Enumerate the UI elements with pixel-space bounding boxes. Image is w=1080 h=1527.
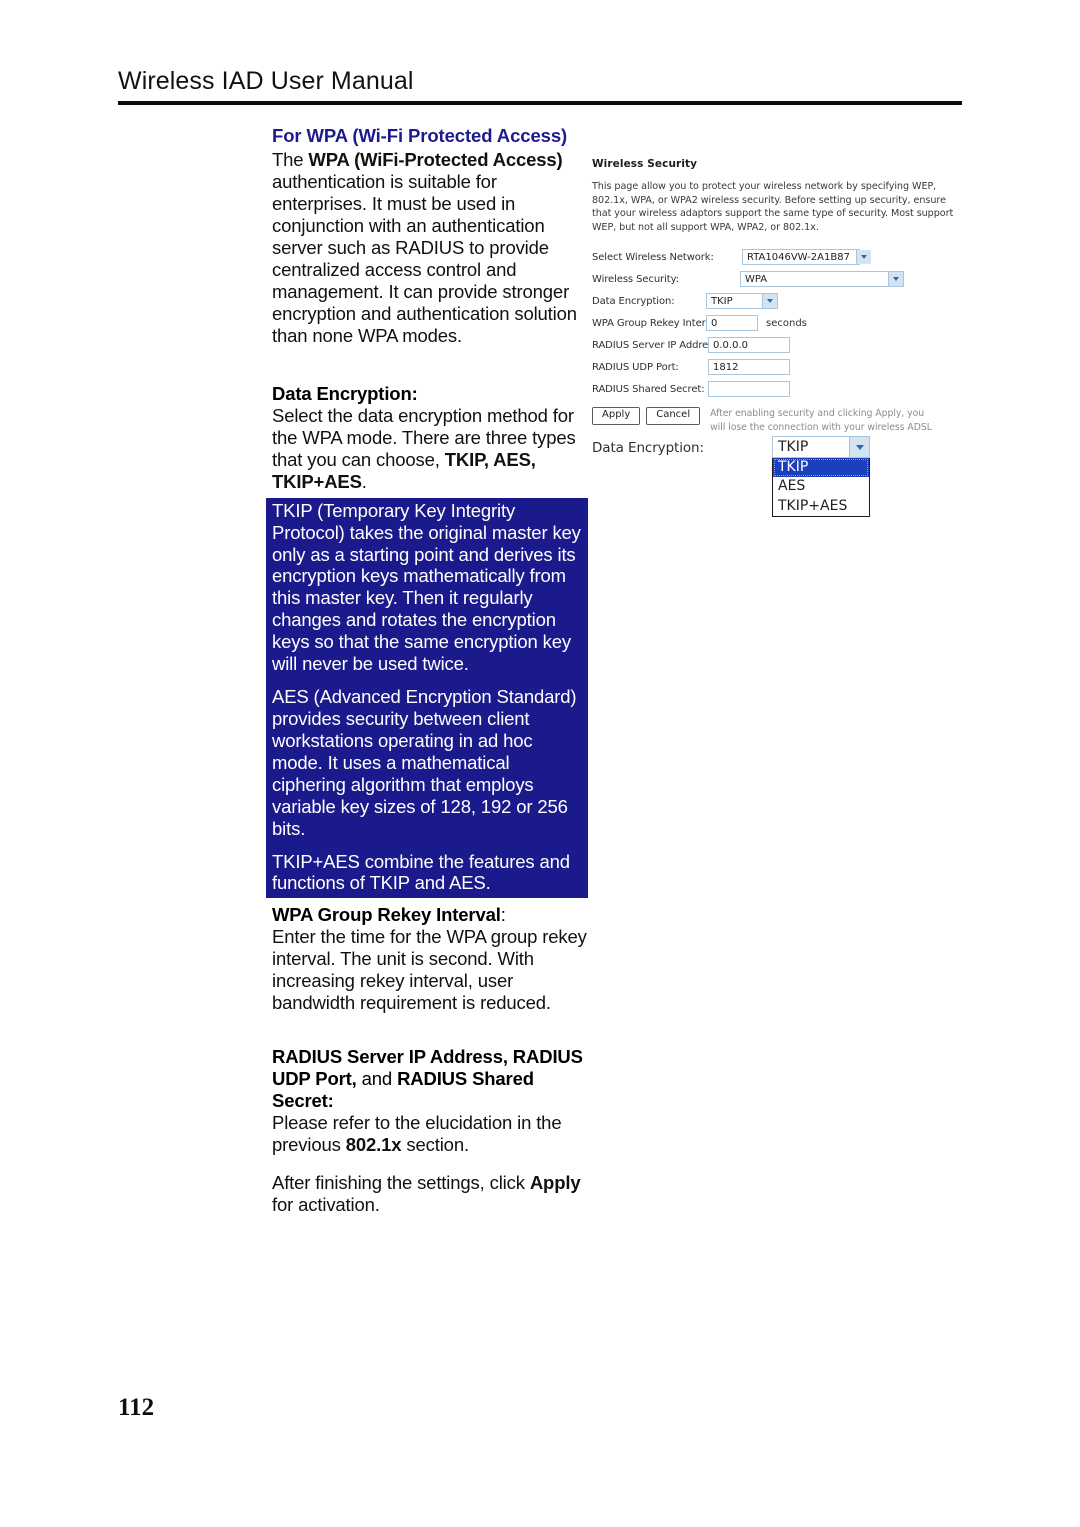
dropdown-stack: TKIP TKIP AES TKIP+AES (772, 436, 870, 518)
wpa-intro-lead: The (272, 148, 309, 170)
wpa-intro-rest: authentication is suitable for enterpris… (272, 170, 577, 346)
header-divider (118, 100, 962, 105)
select-wireless-network-dropdown[interactable]: RTA1046VW-2A1B87 (742, 249, 871, 266)
dropdown-option-tkip[interactable]: TKIP (773, 458, 869, 478)
subheading-data-encryption: Data Encryption: (272, 382, 418, 404)
chevron-down-icon[interactable] (762, 294, 777, 309)
row-wireless-security: Wireless Security: WPA (592, 268, 966, 290)
paragraph-spacer-3 (272, 1156, 594, 1172)
data-encryption-tail: . (361, 470, 367, 492)
dropdown-label-data-encryption: Data Encryption: (592, 440, 704, 456)
highlight-tkip-text: TKIP (Temporary Key Integrity Protocol) … (272, 499, 581, 675)
data-encryption-dropdown[interactable]: TKIP (706, 293, 778, 310)
row-radius-secret: RADIUS Shared Secret: (592, 378, 966, 400)
apply-lead: After finishing the settings, click (272, 1172, 530, 1194)
row-radius-port: RADIUS UDP Port: 1812 (592, 356, 966, 378)
data-encryption-option-list: TKIP AES TKIP+AES (772, 458, 870, 518)
row-radius-ip: RADIUS Server IP Address: 0.0.0.0 (592, 334, 966, 356)
rekey-heading-text: WPA Group Rekey Interval (272, 904, 501, 926)
dropdown-option-tkip-aes[interactable]: TKIP+AES (773, 497, 869, 516)
apply-button[interactable]: Apply (592, 407, 641, 425)
page-number: 112 (118, 1394, 155, 1421)
data-encryption-dropdown-screenshot: Data Encryption: TKIP TKIP AES TKIP+AES (592, 432, 966, 518)
wpa-group-rekey-input[interactable]: 0 (706, 315, 758, 332)
apply-tail: for activation. (272, 1194, 380, 1216)
wpa-intro-bold: WPA (WiFi-Protected Access) (308, 148, 563, 170)
row-select-wireless-network: Select Wireless Network: RTA1046VW-2A1B8… (592, 246, 966, 268)
page-header: Wireless IAD User Manual (118, 67, 962, 105)
radius-server-ip-input[interactable]: 0.0.0.0 (708, 337, 790, 354)
radius-body-bold: 802.1x (345, 1134, 402, 1156)
row-wpa-group-rekey: WPA Group Rekey Interval: 0 seconds (592, 312, 966, 334)
rekey-heading-colon: : (500, 904, 506, 926)
radius-udp-port-input[interactable]: 1812 (708, 359, 790, 376)
cancel-button[interactable]: Cancel (646, 407, 701, 425)
label-wireless-security: Wireless Security: (592, 273, 679, 285)
highlighted-note-block: TKIP (Temporary Key Integrity Protocol) … (266, 497, 588, 899)
section-heading-wpa: For WPA (Wi-Fi Protected Access) (272, 125, 568, 146)
dropdown-option-aes[interactable]: AES (773, 477, 869, 496)
manual-title: Wireless IAD User Manual (118, 67, 414, 95)
select-wireless-network-value: RTA1046VW-2A1B87 (747, 251, 850, 263)
wireless-security-dropdown[interactable]: WPA (740, 271, 904, 288)
subheading-rekey-interval: WPA Group Rekey Interval: (272, 904, 594, 926)
radius-heading-and: and (356, 1068, 398, 1090)
router-wireless-security-screenshot: Wireless Security This page allow you to… (592, 158, 966, 475)
data-encryption-paragraph: Select the data encryption method for th… (272, 405, 594, 493)
paragraph-spacer-2 (272, 1030, 594, 1046)
apply-bold: Apply (529, 1172, 581, 1194)
highlight-aes-text: AES (Advanced Encryption Standard) provi… (272, 686, 577, 839)
data-encryption-select-control[interactable]: TKIP (772, 436, 870, 458)
data-encryption-value: TKIP (711, 295, 733, 307)
wpa-group-rekey-units: seconds (766, 317, 807, 329)
chevron-down-icon[interactable] (888, 272, 903, 287)
wpa-intro-paragraph: The WPA (WiFi-Protected Access) authenti… (272, 149, 594, 347)
radius-body-tail: section. (401, 1134, 469, 1156)
highlight-tkip-aes-text: TKIP+AES combine the features and functi… (272, 850, 570, 894)
router-panel-title: Wireless Security (592, 158, 698, 170)
wireless-security-value: WPA (745, 273, 768, 285)
dropdown-row: Data Encryption: TKIP TKIP AES TKIP+AES (592, 432, 966, 518)
router-panel-description: This page allow you to protect your wire… (592, 181, 954, 233)
label-select-wireless-network: Select Wireless Network: (592, 251, 714, 263)
radius-shared-secret-input[interactable] (708, 381, 790, 398)
radius-paragraph: Please refer to the elucidation in the p… (272, 1112, 594, 1156)
chevron-down-icon[interactable] (849, 437, 869, 457)
apply-paragraph: After finishing the settings, click Appl… (272, 1172, 594, 1216)
chevron-down-icon[interactable] (855, 250, 871, 265)
text-column: For WPA (Wi-Fi Protected Access) The WPA… (266, 124, 594, 1232)
row-data-encryption: Data Encryption: TKIP (592, 290, 966, 312)
subheading-radius-fields: RADIUS Server IP Address, RADIUS UDP Por… (272, 1046, 594, 1112)
data-encryption-selected-value: TKIP (778, 439, 809, 455)
rekey-paragraph: Enter the time for the WPA group rekey i… (272, 926, 587, 1014)
